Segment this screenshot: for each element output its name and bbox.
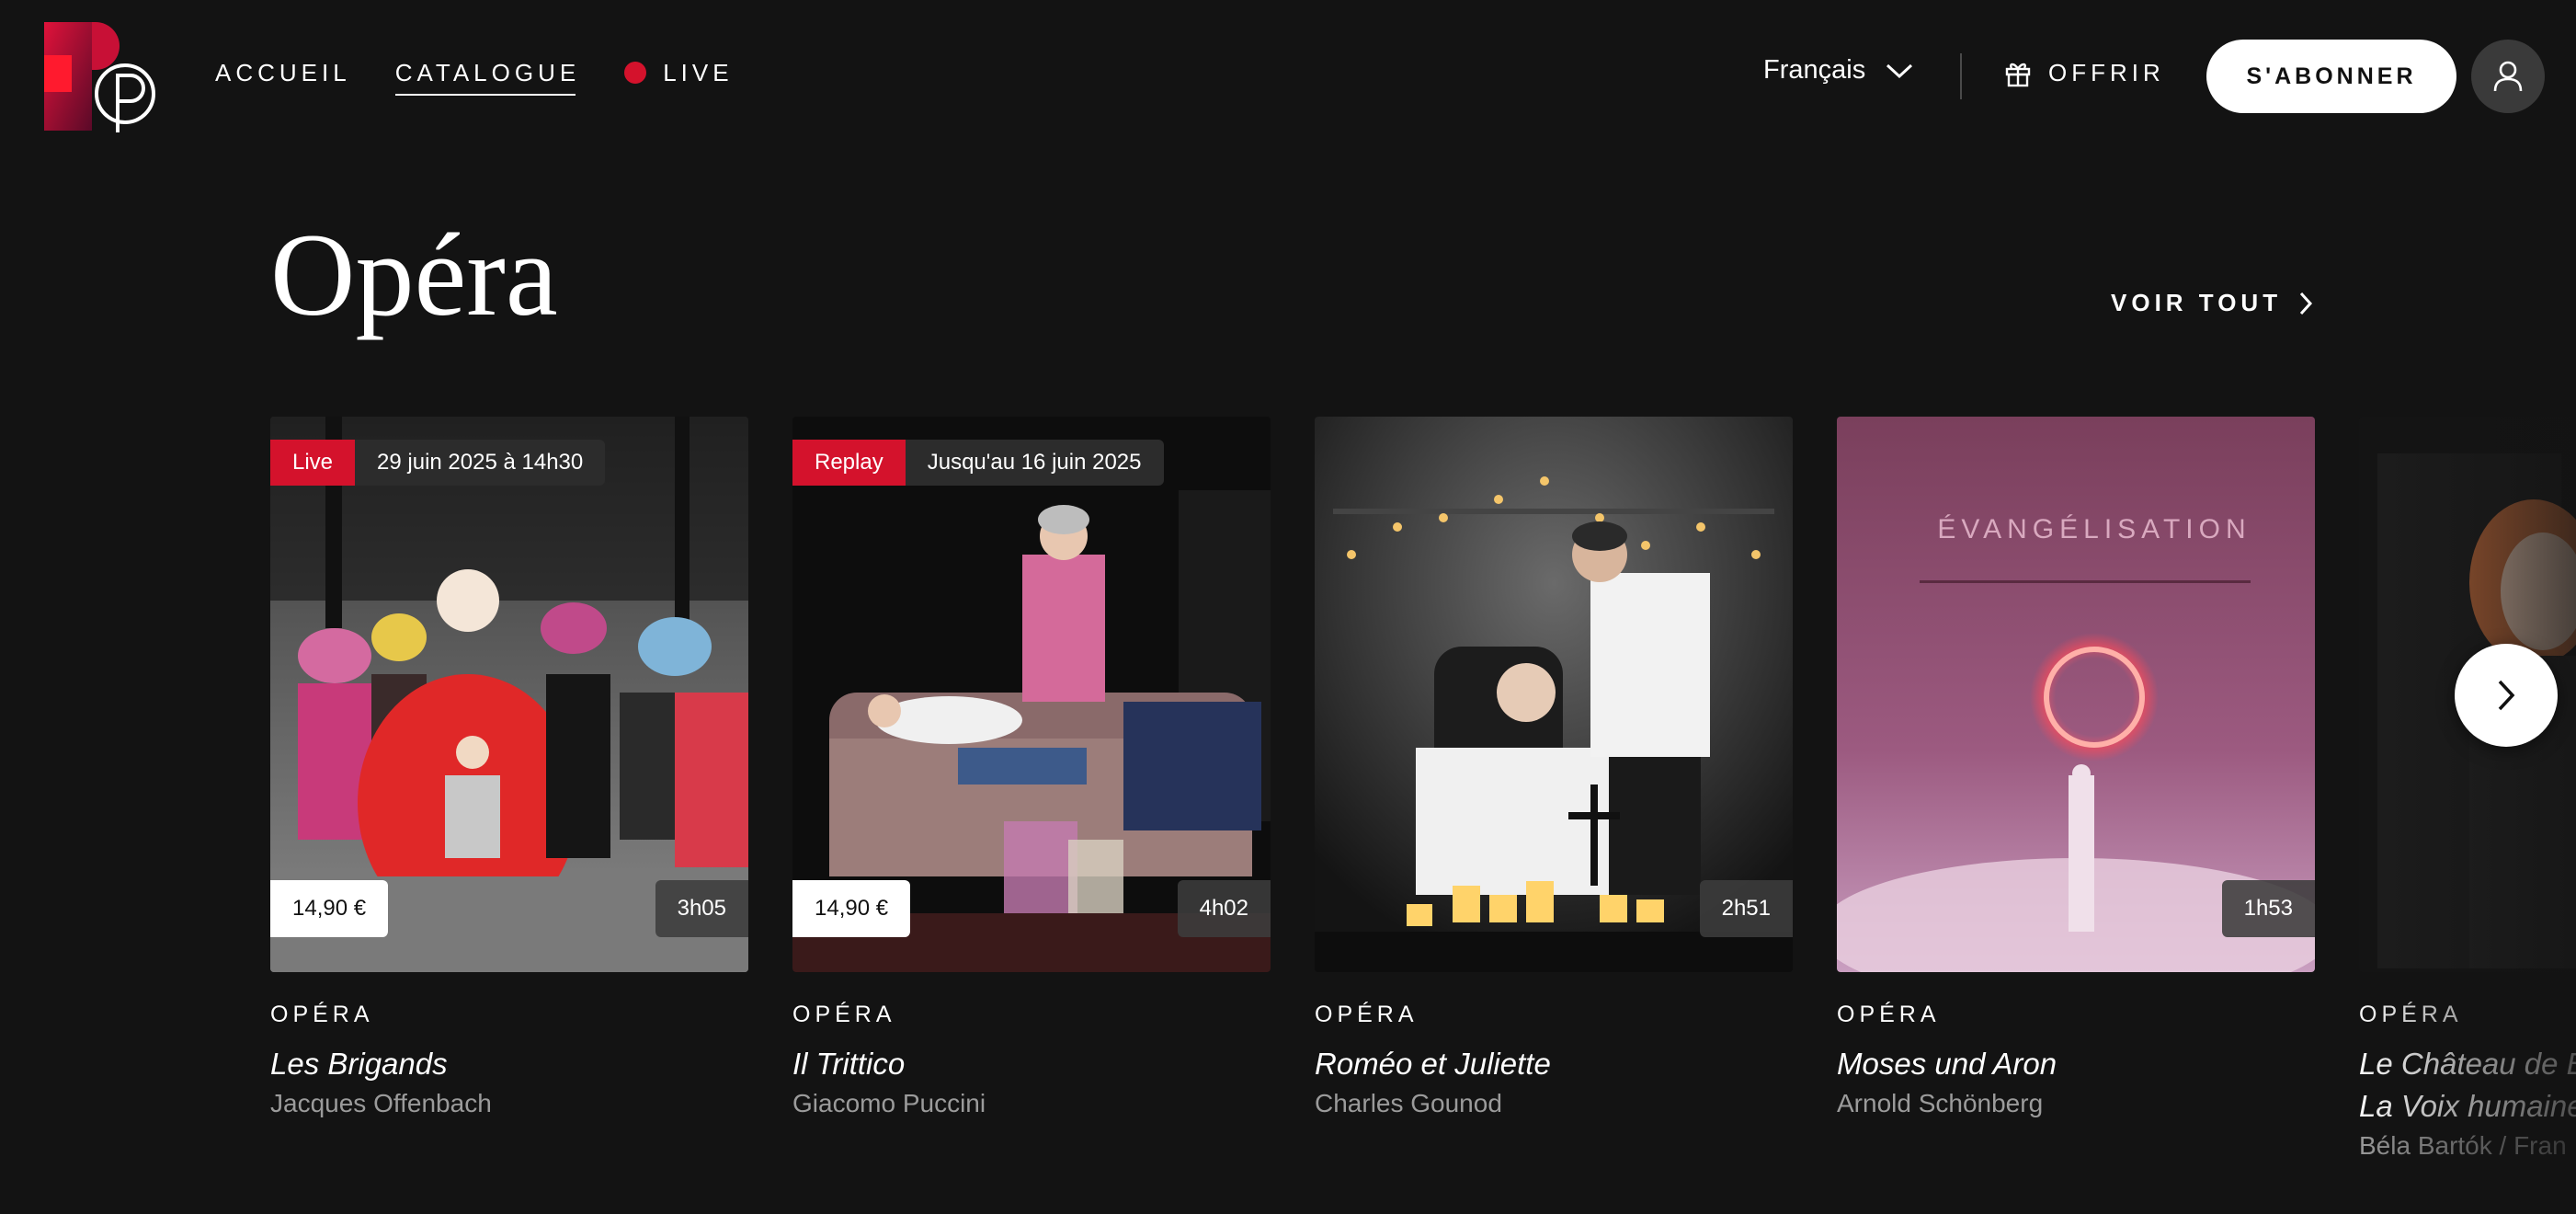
date-badge: Jusqu'au 16 juin 2025: [905, 440, 1164, 486]
card-composer: Charles Gounod: [1315, 1089, 1502, 1117]
section-title: Opéra: [270, 210, 558, 340]
see-all-label: VOIR TOUT: [2111, 289, 2283, 316]
card-composer: Giacomo Puccini: [792, 1089, 986, 1117]
card-genre: OPÉRA: [1315, 1002, 1419, 1027]
production-card-il-trittico[interactable]: Replay Jusqu'au 16 juin 2025 14,90 € 4h0…: [792, 417, 1271, 1118]
card-thumbnail: ÉVANGÉLISATION 1h53: [1837, 417, 2315, 972]
nav-item-catalogue[interactable]: CATALOGUE: [394, 57, 581, 96]
price-tag: 14,90 €: [792, 880, 911, 937]
language-label: Français: [1763, 55, 1866, 85]
duration-badge: 4h02: [1177, 880, 1271, 937]
status-badge: Replay: [792, 440, 906, 486]
header-divider: [1960, 53, 1962, 99]
nav-item-catalogue-label: CATALOGUE: [394, 58, 581, 86]
chevron-down-icon: [1886, 63, 1913, 78]
card-genre: OPÉRA: [270, 1002, 374, 1027]
chevron-right-icon: [2299, 292, 2313, 315]
offer-label: OFFRIR: [2048, 59, 2165, 86]
subscribe-button[interactable]: S'ABONNER: [2206, 40, 2456, 113]
card-composer: Arnold Schönberg: [1837, 1089, 2044, 1117]
card-title: Le Château de B: [2359, 1047, 2576, 1081]
nav-item-accueil-label: ACCUEIL: [215, 58, 351, 86]
card-title: Roméo et Juliette: [1315, 1047, 1551, 1081]
duration-badge: 3h05: [655, 880, 748, 937]
subscribe-label: S'ABONNER: [2246, 63, 2417, 89]
status-badges: Live 29 juin 2025 à 14h30: [270, 440, 606, 486]
production-card-romeo-et-juliette[interactable]: 2h51 OPÉRA Roméo et Juliette Charles Gou…: [1315, 417, 1793, 1118]
card-title: Moses und Aron: [1837, 1047, 2057, 1081]
card-genre: OPÉRA: [2359, 1002, 2463, 1027]
main-nav: ACCUEIL CATALOGUE LIVE: [215, 57, 778, 96]
live-dot-icon: [624, 62, 647, 84]
status-badges: Replay Jusqu'au 16 juin 2025: [792, 440, 1164, 486]
opera-logo[interactable]: [42, 22, 171, 132]
nav-item-live-label: LIVE: [663, 58, 734, 86]
card-title-second-line: La Voix humaine: [2359, 1089, 2576, 1123]
status-badge: Live: [270, 440, 356, 486]
chevron-right-icon: [2498, 680, 2515, 711]
duration-badge: 1h53: [2221, 880, 2315, 937]
nav-item-accueil[interactable]: ACCUEIL: [215, 57, 351, 96]
language-selector[interactable]: Français: [1763, 55, 1913, 86]
card-genre: OPÉRA: [792, 1002, 896, 1027]
carousel-next-button[interactable]: [2455, 644, 2558, 747]
card-thumbnail: Replay Jusqu'au 16 juin 2025 14,90 € 4h0…: [792, 417, 1271, 972]
see-all-link[interactable]: VOIR TOUT: [2111, 289, 2313, 317]
user-icon: [2493, 61, 2523, 92]
card-thumbnail: 2h51: [1315, 417, 1793, 972]
card-composer: Jacques Offenbach: [270, 1089, 492, 1117]
gift-icon: [2005, 63, 2031, 86]
card-genre: OPÉRA: [1837, 1002, 1941, 1027]
offer-button[interactable]: OFFRIR: [2004, 59, 2165, 87]
card-composer: Béla Bartók / Fran: [2359, 1131, 2567, 1160]
date-badge: 29 juin 2025 à 14h30: [355, 440, 606, 486]
account-button[interactable]: [2471, 40, 2545, 113]
duration-badge: 2h51: [1699, 880, 1793, 937]
production-card-moses-und-aron[interactable]: ÉVANGÉLISATION 1h53 OPÉRA Moses und Aron…: [1837, 417, 2315, 1118]
production-card-le-chateau-de-barbe-bleue[interactable]: OPÉRA Le Château de B La Voix humaine Bé…: [2359, 417, 2576, 1161]
price-tag: 14,90 €: [270, 880, 389, 937]
card-thumbnail: Live 29 juin 2025 à 14h30 14,90 € 3h05: [270, 417, 748, 972]
production-card-les-brigands[interactable]: Live 29 juin 2025 à 14h30 14,90 € 3h05 O…: [270, 417, 748, 1118]
card-title: Les Brigands: [270, 1047, 448, 1081]
image-caption: ÉVANGÉLISATION: [1937, 514, 2251, 544]
nav-item-live[interactable]: LIVE: [624, 57, 733, 96]
page: ACCUEIL CATALOGUE LIVE Français OFFRIR S…: [0, 0, 2576, 1214]
card-title: Il Trittico: [792, 1047, 906, 1081]
